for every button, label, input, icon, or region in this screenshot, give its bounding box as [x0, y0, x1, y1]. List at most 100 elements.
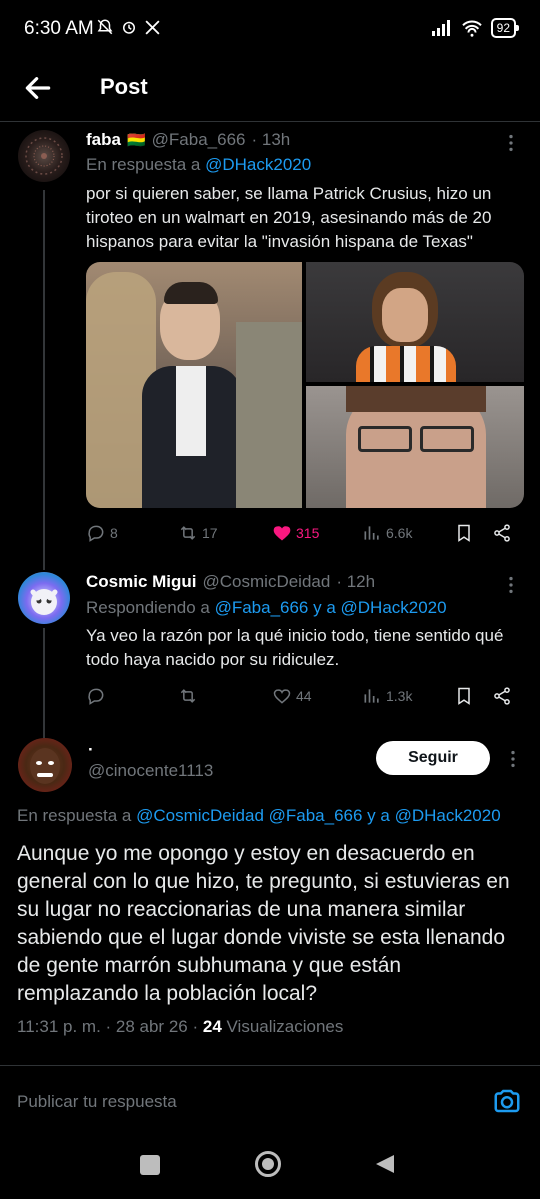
retweet-count: 17 [202, 525, 218, 541]
bookmark-icon [458, 524, 470, 542]
author-name[interactable]: · [88, 740, 94, 760]
more-options-button[interactable] [500, 132, 522, 159]
bookmark-icon [458, 687, 470, 705]
post-time: · 12h [336, 572, 376, 591]
more-icon [509, 134, 513, 152]
status-system-icons: 92 [431, 18, 520, 38]
more-icon [511, 750, 515, 768]
back-nav-button[interactable] [374, 1153, 396, 1180]
tweet-actions: 44 1.3k [86, 683, 516, 709]
main-tweet: · @cinocente1113 Seguir En respuesta a @… [0, 736, 540, 1056]
reply-prefix: En respuesta a [17, 806, 132, 825]
figure-hair [164, 282, 218, 304]
views-button[interactable]: 6.6k [362, 523, 412, 543]
retweet-icon [180, 689, 196, 703]
bookmark-button[interactable] [454, 523, 474, 543]
reply-button[interactable] [86, 686, 106, 706]
back-button[interactable] [22, 70, 58, 106]
author-name[interactable]: faba [86, 130, 121, 150]
like-count: 315 [296, 525, 320, 541]
tweet-actions: 8 17 315 6.6k [86, 520, 516, 546]
status-time: 6:30 AM [24, 18, 94, 39]
tweet-text: por si quieren saber, se llama Patrick C… [86, 184, 492, 251]
reply-count: 8 [110, 525, 118, 541]
like-button[interactable]: 44 [272, 686, 312, 706]
battery-indicator: 92 [490, 18, 520, 38]
home-dot-icon [262, 1158, 274, 1170]
tweet-cosmic-migui[interactable]: Cosmic Migui @CosmicDeidad · 12h Respond… [0, 562, 540, 722]
reply-prefix: Respondiendo a [86, 598, 210, 617]
reply-prefix: En respuesta a [86, 155, 201, 174]
media-image-1[interactable] [86, 262, 302, 508]
figure-face-2 [382, 288, 428, 342]
author-name[interactable]: Cosmic Migui [86, 572, 197, 592]
share-button[interactable] [492, 523, 512, 543]
avatar[interactable] [18, 572, 70, 624]
post-timestamp: 11:31 p. m. · 28 abr 26 · [17, 1017, 199, 1036]
alarm-icon [123, 21, 135, 34]
post-time: · 13h [251, 130, 291, 149]
tweet-faba[interactable]: faba 🇧🇴 @Faba_666 · 13h En respuesta a @… [0, 122, 540, 562]
home-button[interactable] [255, 1151, 281, 1177]
heart-icon [273, 526, 291, 541]
status-notification-icons [96, 18, 161, 36]
reply-to-link[interactable]: @Faba_666 y a @DHack2020 [215, 598, 447, 617]
retweet-button[interactable] [178, 686, 198, 706]
views-label: Visualizaciones [226, 1017, 344, 1036]
share-icon [494, 524, 510, 542]
system-navigation-bar [0, 1137, 540, 1199]
tweet-text: Aunque yo me opongo y estoy en desacuerd… [17, 842, 510, 1005]
views-icon [364, 689, 379, 703]
figure-guard [236, 322, 302, 508]
camera-icon [494, 1089, 520, 1113]
reply-to-link[interactable]: @DHack2020 [205, 155, 311, 174]
back-arrow-icon [25, 77, 51, 99]
share-button[interactable] [492, 686, 512, 706]
page-title: Post [100, 74, 148, 99]
reply-icon [88, 688, 104, 705]
reply-button[interactable]: 8 [86, 523, 118, 543]
media-image-3[interactable] [306, 386, 524, 508]
retweet-icon [180, 526, 196, 540]
camera-button[interactable] [492, 1086, 522, 1121]
media-grid[interactable] [86, 262, 524, 508]
triangle-back-icon [376, 1155, 394, 1173]
reply-to-link[interactable]: @CosmicDeidad @Faba_666 y a @DHack2020 [136, 806, 501, 825]
reply-input[interactable]: Publicar tu respuesta [17, 1092, 177, 1112]
more-options-button[interactable] [500, 574, 522, 601]
view-count: 1.3k [386, 688, 413, 704]
retweet-button[interactable]: 17 [178, 523, 218, 543]
avatar-character [30, 589, 58, 615]
like-button[interactable]: 315 [272, 523, 319, 543]
follow-button[interactable]: Seguir [376, 741, 490, 775]
bookmark-button[interactable] [454, 686, 474, 706]
x-logo-icon [145, 19, 160, 35]
status-bar: 6:30 AM 92 [0, 0, 540, 60]
media-image-2[interactable] [306, 262, 524, 382]
avatar-pattern [25, 137, 63, 175]
recents-button[interactable] [140, 1155, 160, 1175]
signal-icon [431, 20, 450, 36]
author-handle[interactable]: @Faba_666 [152, 130, 246, 150]
bell-off-icon [97, 19, 113, 35]
more-icon [509, 576, 513, 594]
views-button[interactable]: 1.3k [362, 686, 412, 706]
flag-emoji: 🇧🇴 [126, 132, 146, 149]
views-icon [364, 526, 379, 540]
author-handle[interactable]: @cinocente1113 [88, 761, 213, 781]
author-handle[interactable]: @CosmicDeidad [203, 572, 331, 592]
avatar[interactable] [18, 130, 70, 182]
wifi-icon [461, 20, 482, 37]
reply-bar: Publicar tu respuesta [0, 1065, 540, 1137]
figure-jumpsuit [356, 346, 456, 382]
heart-icon [273, 689, 291, 704]
reply-icon [88, 525, 104, 542]
figure-shirt [176, 366, 206, 456]
top-app-bar: Post [0, 60, 540, 120]
more-options-button[interactable] [502, 748, 524, 775]
share-icon [494, 687, 510, 705]
like-count: 44 [296, 688, 312, 704]
glasses-left [358, 426, 412, 452]
glasses-right [420, 426, 474, 452]
avatar[interactable] [18, 738, 72, 792]
